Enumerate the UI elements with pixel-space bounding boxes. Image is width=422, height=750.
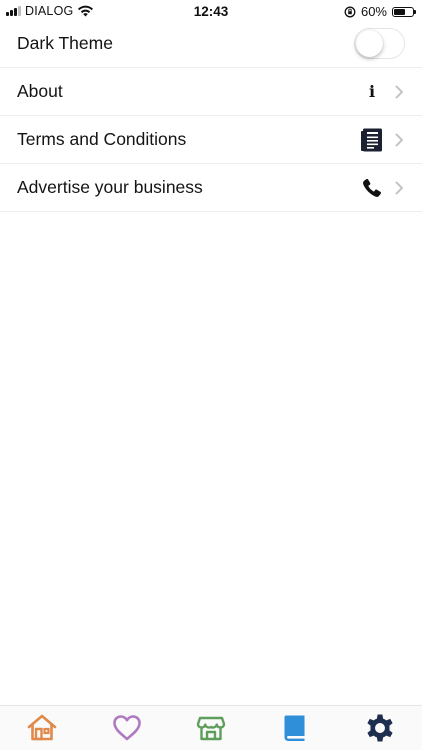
store-icon <box>196 716 226 741</box>
chevron-right-icon <box>395 85 403 98</box>
home-icon <box>27 714 57 741</box>
chevron-right-icon <box>395 133 403 146</box>
heart-icon <box>112 715 141 741</box>
advertise-label: Advertise your business <box>17 177 203 197</box>
battery-fill <box>394 8 405 15</box>
gear-icon <box>367 714 393 742</box>
tab-book[interactable] <box>273 708 317 748</box>
document-icon <box>360 128 384 152</box>
tab-settings[interactable] <box>358 708 402 748</box>
about-row[interactable]: About i <box>0 68 422 116</box>
dark-theme-label: Dark Theme <box>17 33 113 53</box>
tab-store[interactable] <box>189 708 233 748</box>
status-right: 60% <box>344 4 416 19</box>
tab-favorites[interactable] <box>105 708 149 748</box>
info-icon: i <box>368 82 376 101</box>
chevron-right-icon <box>395 181 403 194</box>
toggle-knob <box>355 29 383 57</box>
status-bar: DIALOG 12:43 60% <box>0 0 422 22</box>
about-label: About <box>17 81 63 101</box>
dark-theme-toggle[interactable] <box>354 28 405 59</box>
settings-list: Dark Theme About i Terms and Conditions <box>0 20 422 212</box>
tab-bar <box>0 705 422 750</box>
tab-home[interactable] <box>20 708 64 748</box>
phone-icon <box>360 176 384 200</box>
rotation-lock-icon <box>344 6 356 17</box>
battery-percent: 60% <box>360 4 387 19</box>
book-icon <box>284 715 305 741</box>
battery-icon <box>392 6 416 17</box>
terms-label: Terms and Conditions <box>17 129 187 149</box>
advertise-row[interactable]: Advertise your business <box>0 164 422 212</box>
dark-theme-row: Dark Theme <box>0 20 422 68</box>
terms-row[interactable]: Terms and Conditions <box>0 116 422 164</box>
